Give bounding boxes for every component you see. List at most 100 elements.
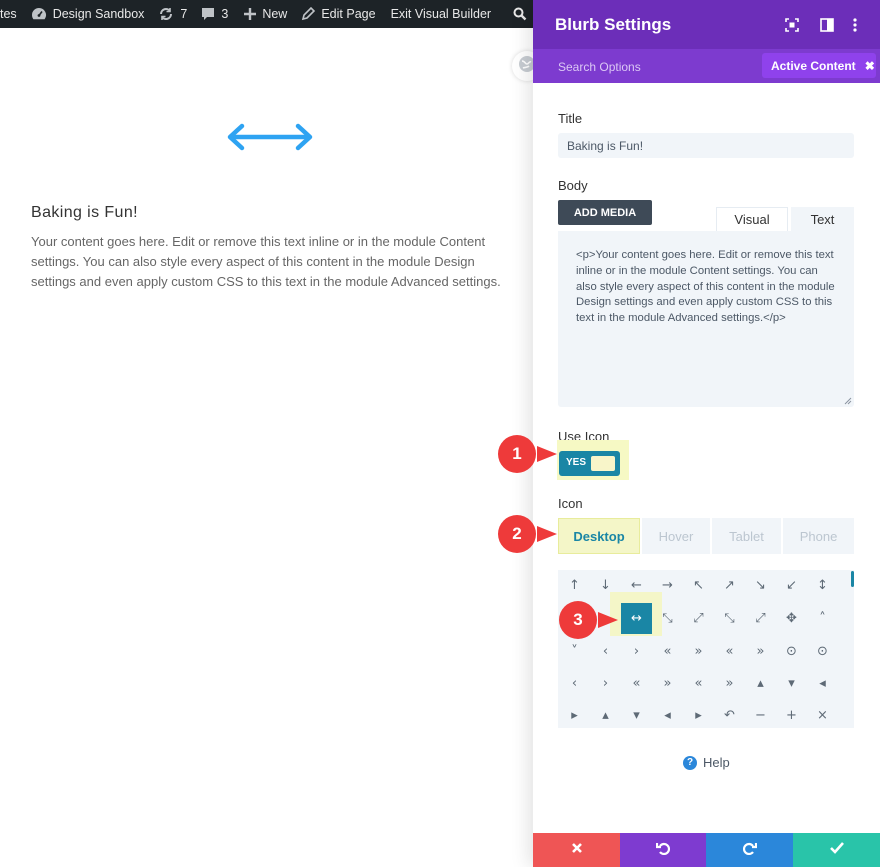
icon-option[interactable]: ▸ <box>559 700 590 731</box>
icon-option[interactable]: « <box>714 636 745 667</box>
search-icon[interactable] <box>507 0 533 28</box>
icon-option[interactable]: ↖ <box>683 570 714 601</box>
icon-option[interactable]: ⊙ <box>776 636 807 667</box>
add-media-button[interactable]: ADD MEDIA <box>558 200 652 225</box>
icon-option[interactable]: ˅ <box>559 636 590 667</box>
admin-bar-comments[interactable]: 3 <box>201 0 228 28</box>
search-options-input[interactable]: Search Options <box>558 60 641 74</box>
discard-button[interactable] <box>533 833 620 867</box>
active-content-filter[interactable]: Active Content ✖ <box>762 53 876 78</box>
tab-phone[interactable]: Phone <box>783 518 854 554</box>
icon-option[interactable]: ↑ <box>559 570 590 601</box>
icon-picker-grid: ↑ ↓ ← → ↖ ↗ ↘ ↙ ↕ ↔ ⤡ ⤢ ⤡ ⤢ ✥ ˄ ˅ ‹ › «» «» ⊙ ⊙ ‹ › «» «» ▴ ▾ ◂ ▸ ▴ ▾ ◂ ▸ ↶… <box>558 570 854 728</box>
tab-text[interactable]: Text <box>791 207 854 231</box>
callout-3: 3 <box>558 600 618 640</box>
icon-option[interactable]: ▴ <box>745 668 776 699</box>
tab-hover[interactable]: Hover <box>642 518 710 554</box>
admin-bar-partial-item[interactable]: tes <box>0 0 17 28</box>
callout-number: 3 <box>573 610 583 629</box>
panel-title: Blurb Settings <box>555 15 672 34</box>
close-icon[interactable]: ✖ <box>865 59 875 73</box>
panel-header: Blurb Settings <box>533 0 880 49</box>
panel-subheader: Search Options Active Content ✖ <box>533 49 880 83</box>
tab-tablet[interactable]: Tablet <box>712 518 781 554</box>
help-link[interactable]: ? Help <box>683 755 730 770</box>
admin-bar-updates[interactable]: 7 <box>158 0 187 28</box>
more-options-icon[interactable] <box>846 16 864 34</box>
icon-option[interactable]: ◂ <box>652 700 683 731</box>
icon-option[interactable]: ˄ <box>807 603 838 634</box>
new-label: New <box>262 7 288 21</box>
icon-option[interactable]: ‹ <box>559 668 590 699</box>
icon-option[interactable]: ← <box>621 570 652 601</box>
icon-option-selected[interactable]: ↔ <box>621 603 652 634</box>
redo-icon <box>742 841 757 860</box>
icon-option[interactable]: › <box>590 668 621 699</box>
icon-option[interactable]: ↓ <box>590 570 621 601</box>
icon-option[interactable]: ⤡ <box>714 603 745 634</box>
icon-option[interactable]: ✥ <box>776 603 807 634</box>
resize-grip-icon[interactable] <box>844 397 852 405</box>
use-icon-toggle[interactable]: YES <box>559 451 620 476</box>
callout-number: 1 <box>512 444 522 463</box>
icon-option[interactable]: ↗ <box>714 570 745 601</box>
dashboard-icon <box>31 7 47 21</box>
blurb-body[interactable]: Your content goes here. Edit or remove t… <box>31 232 501 292</box>
tab-visual[interactable]: Visual <box>716 207 788 231</box>
icon-option[interactable]: ↕ <box>807 570 838 601</box>
admin-bar-exit-builder[interactable]: Exit Visual Builder <box>391 0 492 28</box>
help-label: Help <box>703 755 730 770</box>
icon-option[interactable]: « <box>652 636 683 667</box>
icon-option[interactable]: ↘ <box>745 570 776 601</box>
icon-option[interactable]: ⤢ <box>683 603 714 634</box>
help-icon: ? <box>683 755 697 770</box>
icon-option[interactable]: » <box>652 668 683 699</box>
icon-option[interactable]: « <box>621 668 652 699</box>
body-textarea-content: <p>Your content goes here. Edit or remov… <box>576 249 835 325</box>
icon-option[interactable]: » <box>745 636 776 667</box>
icon-option[interactable]: ▾ <box>621 700 652 731</box>
site-name: Design Sandbox <box>52 7 145 21</box>
plus-icon <box>244 8 257 20</box>
undo-button[interactable] <box>620 833 706 867</box>
icon-option[interactable]: › <box>621 636 652 667</box>
icon-option[interactable]: ↙ <box>776 570 807 601</box>
icon-option[interactable]: ⤢ <box>745 603 776 634</box>
undo-icon <box>655 841 671 860</box>
tab-desktop[interactable]: Desktop <box>558 518 640 554</box>
callout-1: 1 <box>497 434 557 474</box>
admin-bar-edit-page[interactable]: Edit Page <box>301 0 376 28</box>
screenshot-root: tes Design Sandbox 7 3 New Edit Page Exi… <box>0 0 880 867</box>
icon-grid-scrollbar[interactable] <box>851 571 854 587</box>
title-field[interactable]: Baking is Fun! <box>558 133 854 158</box>
icon-option[interactable]: × <box>807 700 838 731</box>
save-button[interactable] <box>793 833 880 867</box>
admin-bar-new[interactable]: New <box>244 0 287 28</box>
icon-option[interactable]: » <box>714 668 745 699</box>
redo-button[interactable] <box>706 833 793 867</box>
comments-count: 3 <box>221 7 229 21</box>
icon-option[interactable]: ▴ <box>590 700 621 731</box>
expand-icon[interactable] <box>783 16 801 34</box>
icon-option[interactable]: ‹ <box>590 636 621 667</box>
icon-option[interactable]: ▸ <box>683 700 714 731</box>
icon-option[interactable]: ▾ <box>776 668 807 699</box>
body-textarea[interactable]: <p>Your content goes here. Edit or remov… <box>558 231 854 407</box>
icon-option[interactable]: − <box>745 700 776 731</box>
panel-footer <box>533 833 880 867</box>
admin-bar-site[interactable]: Design Sandbox <box>31 0 145 28</box>
blurb-title[interactable]: Baking is Fun! <box>31 204 138 222</box>
icon-option[interactable]: + <box>776 700 807 731</box>
icon-option[interactable]: « <box>683 668 714 699</box>
active-content-label: Active Content <box>771 58 856 73</box>
icon-option[interactable]: ↶ <box>714 700 745 731</box>
title-label: Title <box>558 111 583 126</box>
icon-option[interactable]: ◂ <box>807 668 838 699</box>
icon-option[interactable]: ⊙ <box>807 636 838 667</box>
icon-option[interactable]: → <box>652 570 683 601</box>
wp-admin-bar: tes Design Sandbox 7 3 New Edit Page Exi… <box>0 0 533 28</box>
arrows-horizontal-icon[interactable] <box>226 122 314 152</box>
icon-option[interactable]: » <box>683 636 714 667</box>
sidebar-layout-icon[interactable] <box>818 16 836 34</box>
icon-option[interactable]: ⤡ <box>652 603 683 634</box>
